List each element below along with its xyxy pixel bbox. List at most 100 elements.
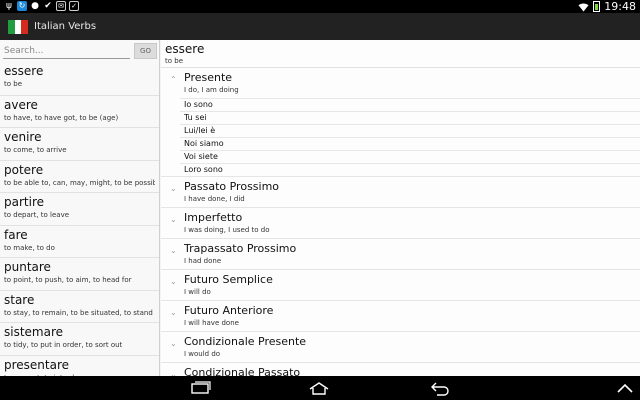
tense-meaning: I do, I am doing: [184, 86, 239, 94]
tense-name: Condizionale Passato: [184, 366, 301, 376]
conjugation-row: Noi siamo: [180, 137, 640, 150]
verb-list-item[interactable]: avere to have, to have got, to be (age): [0, 94, 159, 127]
chevron-down-icon: ⌄: [170, 339, 177, 348]
sync-icon: ↻: [17, 1, 27, 11]
flag-stripe: [21, 19, 29, 34]
tense-header[interactable]: ⌄ Imperfetto I was doing, I used to do: [161, 208, 640, 238]
search-input[interactable]: [3, 43, 130, 59]
verb-name: puntare: [4, 260, 51, 274]
conjugation-row: Tu sei: [180, 111, 640, 124]
status-bar: ψ ↻ ● ✔ ✉ ✓ 19:48: [0, 0, 640, 13]
tense-header[interactable]: ⌄Condizionale PassatoI would have done: [161, 363, 640, 376]
tense-section: ⌄ Futuro Semplice I will do: [161, 270, 640, 301]
home-button[interactable]: [308, 380, 330, 396]
tense-name: Trapassato Prossimo: [184, 242, 297, 255]
verb-list-item[interactable]: sistemare to tidy, to put in order, to so…: [0, 322, 159, 355]
conjugation-row: Lui/lei è: [180, 124, 640, 137]
chat-icon: ●: [31, 1, 39, 11]
tense-header[interactable]: ⌄ Futuro Anteriore I will have done: [161, 301, 640, 331]
conjugation-row: Io sono: [180, 98, 640, 111]
verb-name: venire: [4, 130, 42, 144]
tense-list: ⌃ Presente I do, I am doing Io sono Tu sei Lu…: [161, 68, 640, 376]
tense-header[interactable]: ⌄ Trapassato Prossimo I had done: [161, 239, 640, 269]
verb-meaning: to tidy, to put in order, to sort out: [4, 341, 123, 349]
verb-meaning: to come, to arrive: [4, 146, 67, 154]
tense-header[interactable]: ⌄ Condizionale Presente I would do: [161, 332, 640, 362]
flag-stripe: [8, 19, 15, 34]
conjugation-row: Voi siete: [180, 150, 640, 163]
search-bar: GO: [0, 40, 159, 62]
verb-meaning: to be able to, can, may, might, to be po…: [4, 178, 155, 187]
verb-name: potere: [4, 162, 44, 177]
chevron-down-icon: ⌄: [170, 308, 177, 317]
tense-section: ⌄ Trapassato Prossimo I had done: [161, 239, 640, 270]
selected-verb-header: essere to be: [161, 40, 640, 68]
selected-verb-meaning: to be: [165, 57, 184, 65]
tense-section: ⌄ Condizionale Presente I would do: [161, 332, 640, 363]
tense-meaning: I will have done: [184, 319, 239, 327]
verb-meaning: to depart, to leave: [4, 211, 70, 219]
tense-name: Futuro Semplice: [184, 273, 273, 286]
tense-meaning: I was doing, I used to do: [184, 226, 270, 234]
task-icon: ✓: [69, 1, 79, 11]
chevron-down-icon: ⌄: [170, 246, 177, 255]
notification-icons: ψ ↻ ● ✔ ✉ ✓: [4, 1, 79, 11]
recent-apps-button[interactable]: [189, 380, 211, 396]
verb-meaning: to point, to push, to aim, to head for: [4, 276, 132, 284]
tablet-screen: ψ ↻ ● ✔ ✉ ✓ 19:48 Italian Verbs GO esser…: [0, 0, 640, 400]
search-button[interactable]: GO: [134, 43, 157, 59]
tense-name: Presente: [184, 71, 233, 84]
chevron-up-icon[interactable]: [614, 380, 636, 396]
usb-icon: ψ: [6, 1, 12, 11]
verb-list: essere to be avere to have, to have got, to…: [0, 62, 159, 376]
clock: 19:48: [604, 0, 636, 13]
verb-list-item[interactable]: stare to stay, to remain, to be situated,…: [0, 289, 159, 322]
flag-stripe: [14, 19, 22, 34]
tense-name: Futuro Anteriore: [184, 304, 274, 317]
battery-icon: [593, 1, 601, 12]
chevron-down-icon: ⌄: [170, 215, 177, 224]
verb-name: stare: [4, 292, 35, 307]
tense-section: ⌄Condizionale PassatoI would have done: [161, 363, 640, 376]
tense-header[interactable]: ⌄ Passato Prossimo I have done, I did: [161, 177, 640, 207]
mail-icon: ✉: [56, 1, 66, 11]
verb-meaning: to be: [4, 80, 23, 88]
chevron-up-icon: ⌃: [170, 75, 177, 84]
verb-name: sistemare: [4, 325, 64, 339]
verb-list-item[interactable]: fare to make, to do: [0, 224, 159, 257]
selected-verb-name: essere: [165, 42, 205, 56]
wifi-icon: [578, 2, 589, 12]
italian-flag-icon[interactable]: [8, 19, 29, 34]
conjugation-pane: essere to be ⌃ Presente I do, I am doing Io…: [161, 40, 640, 376]
app-title: Italian Verbs: [34, 21, 97, 32]
conjugation-row: Loro sono: [180, 163, 640, 176]
navigation-bar: [0, 376, 640, 400]
verb-name: avere: [4, 97, 38, 112]
verb-list-item[interactable]: puntare to point, to push, to aim, to hea…: [0, 257, 159, 290]
verb-list-item[interactable]: presentareto present, to introduce: [0, 354, 159, 376]
chevron-down-icon: ⌄: [170, 184, 177, 193]
tense-meaning: I have done, I did: [184, 195, 245, 203]
verb-meaning: to have, to have got, to be (age): [4, 113, 119, 122]
verb-list-pane: GO essere to be avereto have, to have got,…: [0, 40, 160, 376]
verb-list-item[interactable]: essere to be: [0, 62, 159, 95]
verb-list-item[interactable]: partire to depart, to leave: [0, 192, 159, 225]
verb-name: fare: [4, 227, 28, 242]
tense-section: ⌄ Futuro Anteriore I will have done: [161, 301, 640, 332]
tense-header[interactable]: ⌃ Presente I do, I am doing: [161, 68, 640, 98]
chevron-down-icon: ⌄: [170, 277, 177, 286]
tense-name: Imperfetto: [184, 211, 243, 224]
verb-list-item[interactable]: potere to be able to, can, may, might, to…: [0, 159, 159, 192]
tense-section: ⌃ Presente I do, I am doing Io sono Tu sei Lu…: [161, 68, 640, 177]
verb-list-item[interactable]: venire to come, to arrive: [0, 127, 159, 160]
back-button[interactable]: [429, 380, 451, 396]
tense-header[interactable]: ⌄ Futuro Semplice I will do: [161, 270, 640, 300]
verb-name: presentare: [4, 357, 70, 372]
verb-meaning: to make, to do: [4, 243, 55, 252]
tense-meaning: I had done: [184, 257, 222, 265]
check-icon: ✔: [44, 1, 52, 11]
tense-name: Passato Prossimo: [184, 180, 280, 193]
action-bar: Italian Verbs: [0, 13, 640, 40]
verb-name: partire: [4, 195, 44, 209]
tense-name: Condizionale Presente: [184, 335, 307, 348]
